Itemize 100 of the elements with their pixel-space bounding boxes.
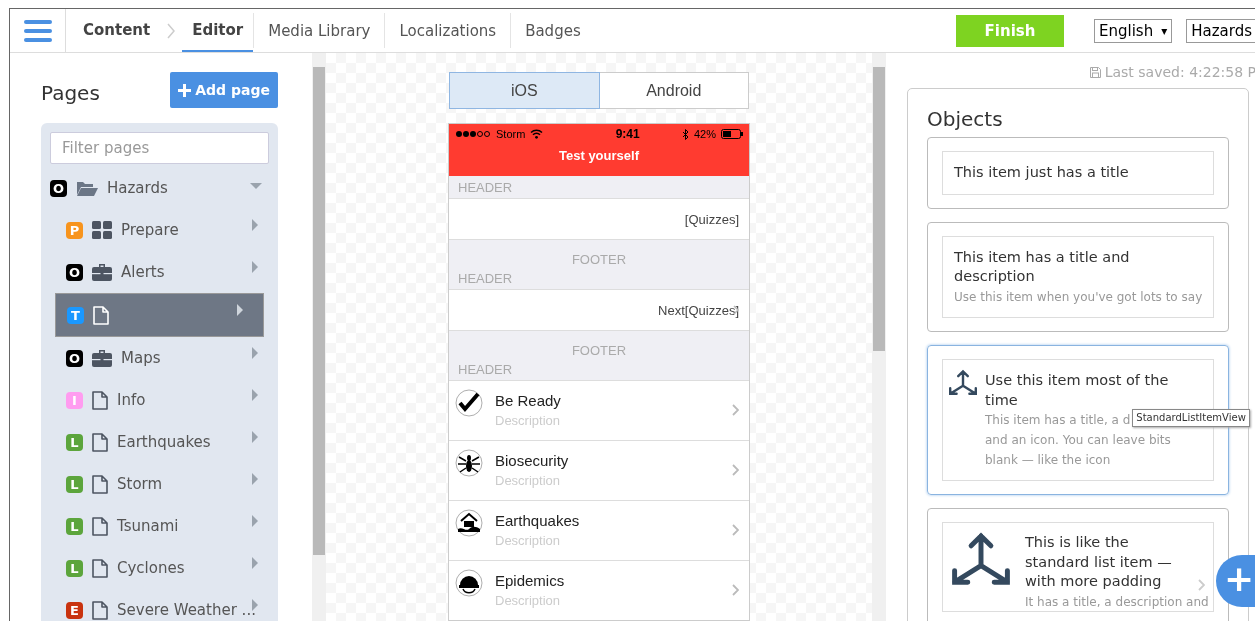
expand-arrow-icon[interactable]	[249, 431, 261, 443]
item-title: Epidemics	[495, 572, 566, 589]
item-title: Use this item most of the time	[985, 371, 1170, 410]
page-badge: O	[66, 349, 83, 367]
battery-icon	[721, 129, 743, 139]
item-title: Be Ready	[495, 392, 562, 409]
collapse-arrow-icon[interactable]	[250, 180, 262, 192]
section-footer: FOOTER	[449, 330, 749, 358]
menu-icon	[23, 19, 52, 42]
page-label: Storm	[117, 475, 163, 493]
briefcase-icon	[92, 263, 112, 281]
insect-icon	[455, 449, 483, 477]
last-saved-text: Last saved: 4:22:58 P	[907, 64, 1255, 80]
expand-arrow-icon[interactable]	[249, 347, 261, 359]
chevron-icon	[732, 464, 739, 476]
tree-item[interactable]: O Alerts	[55, 251, 278, 293]
object-card[interactable]: This item has a title and description Use this item when you've got lots to say	[927, 221, 1229, 333]
chevron-icon	[732, 524, 739, 536]
language-select[interactable]: English ▾	[1094, 18, 1173, 43]
platform-tab[interactable]: Android	[599, 72, 749, 109]
grid-icon	[92, 221, 112, 239]
briefcase-icon	[92, 349, 112, 367]
pages-title: Pages	[41, 81, 100, 105]
tree-item[interactable]: O Maps	[55, 337, 278, 379]
page-badge: L	[66, 559, 83, 577]
page-badge: O	[66, 263, 83, 281]
item-description: This item has a title, a d	[985, 413, 1131, 428]
item-description: blank — like the icon	[985, 452, 1111, 467]
status-time: 9:41	[614, 127, 640, 141]
screen-title: Test yourself	[558, 148, 640, 163]
scrollbar[interactable]	[872, 53, 886, 621]
file-icon	[92, 474, 108, 494]
section-footer: FOOTER	[449, 239, 749, 267]
house-icon	[455, 509, 483, 537]
object-card[interactable]: This item just has a title	[927, 137, 1229, 209]
expand-arrow-icon[interactable]	[249, 473, 261, 485]
section-header: HEADER	[457, 360, 514, 379]
page-label: Alerts	[121, 263, 165, 281]
app-select[interactable]: Hazards	[1186, 18, 1255, 43]
page-label: Earthquakes	[117, 433, 211, 451]
page-label: Severe Weather ...	[117, 601, 256, 619]
item-title: This is like the standard list item — with more padding	[1025, 533, 1173, 592]
expand-arrow-icon[interactable]	[249, 599, 261, 611]
check-icon	[455, 389, 483, 417]
expand-arrow-icon[interactable]	[234, 304, 246, 316]
page-label: Tsunami	[117, 517, 179, 535]
tree-item[interactable]: I Info	[55, 379, 278, 421]
page-label: Info	[117, 391, 146, 409]
platform-tab[interactable]: iOS	[449, 72, 600, 109]
page-badge: L	[66, 517, 83, 535]
filter-field[interactable]: Filter pages	[50, 132, 269, 164]
file-icon	[92, 390, 108, 410]
expand-arrow-icon[interactable]	[249, 389, 261, 401]
chevron-icon	[166, 21, 177, 40]
page-badge: P	[66, 221, 83, 239]
item-title: This item just has a title	[954, 163, 1130, 182]
chevron-icon	[732, 404, 739, 416]
chevron-icon	[732, 584, 739, 596]
file-icon	[92, 600, 108, 620]
signal-icon	[455, 130, 493, 138]
item-description: It has a title, a description and	[1025, 594, 1209, 609]
breadcrumb-tab[interactable]: Editor	[182, 9, 254, 52]
tree-item[interactable]: O Hazards	[41, 167, 278, 209]
chevron-icon	[1198, 579, 1205, 592]
nav-tab[interactable]: Media Library	[253, 13, 385, 48]
list-cell[interactable]: [Quizzes]	[449, 198, 749, 239]
carrier-text: Storm	[496, 128, 526, 140]
item-description: Use this item when you've got lots to say	[954, 289, 1203, 304]
folder-icon	[76, 179, 98, 197]
page-badge: L	[66, 433, 83, 451]
expand-arrow-icon[interactable]	[249, 261, 261, 273]
page-label: Prepare	[121, 221, 179, 239]
item-title: Earthquakes	[495, 512, 581, 529]
expand-arrow-icon[interactable]	[249, 219, 261, 231]
breadcrumb-tab[interactable]: Content	[83, 9, 161, 52]
page-badge: O	[50, 179, 67, 197]
list-cell[interactable]: Next[Quizzes]	[449, 289, 749, 330]
item-description: and an icon. You can leave bits	[985, 432, 1171, 447]
helmet-icon	[455, 569, 483, 597]
tree-item[interactable]: L Earthquakes	[55, 421, 278, 463]
section-header: HEADER	[457, 178, 514, 197]
tree-item[interactable]: L Tsunami	[55, 505, 278, 547]
expand-arrow-icon[interactable]	[249, 515, 261, 527]
plus-icon	[178, 83, 192, 97]
save-icon	[1089, 66, 1101, 78]
nav-tab[interactable]: Localizations	[384, 13, 511, 48]
nav-tab[interactable]: Badges	[510, 13, 595, 48]
file-icon	[93, 305, 109, 325]
page-label: Maps	[121, 349, 161, 367]
tree-item[interactable]: L Cyclones	[55, 547, 278, 589]
tree-item[interactable]: L Storm	[55, 463, 278, 505]
page-badge: E	[66, 601, 83, 619]
tree-item[interactable]: P Prepare	[55, 209, 278, 251]
tree-item[interactable]: E Severe Weather ...	[55, 589, 278, 621]
expand-arrow-icon[interactable]	[249, 557, 261, 569]
scrollbar[interactable]	[312, 53, 326, 621]
file-icon	[92, 558, 108, 578]
objects-title: Objects	[927, 107, 1004, 131]
page-label: Cyclones	[117, 559, 185, 577]
section-header: HEADER	[457, 269, 514, 288]
